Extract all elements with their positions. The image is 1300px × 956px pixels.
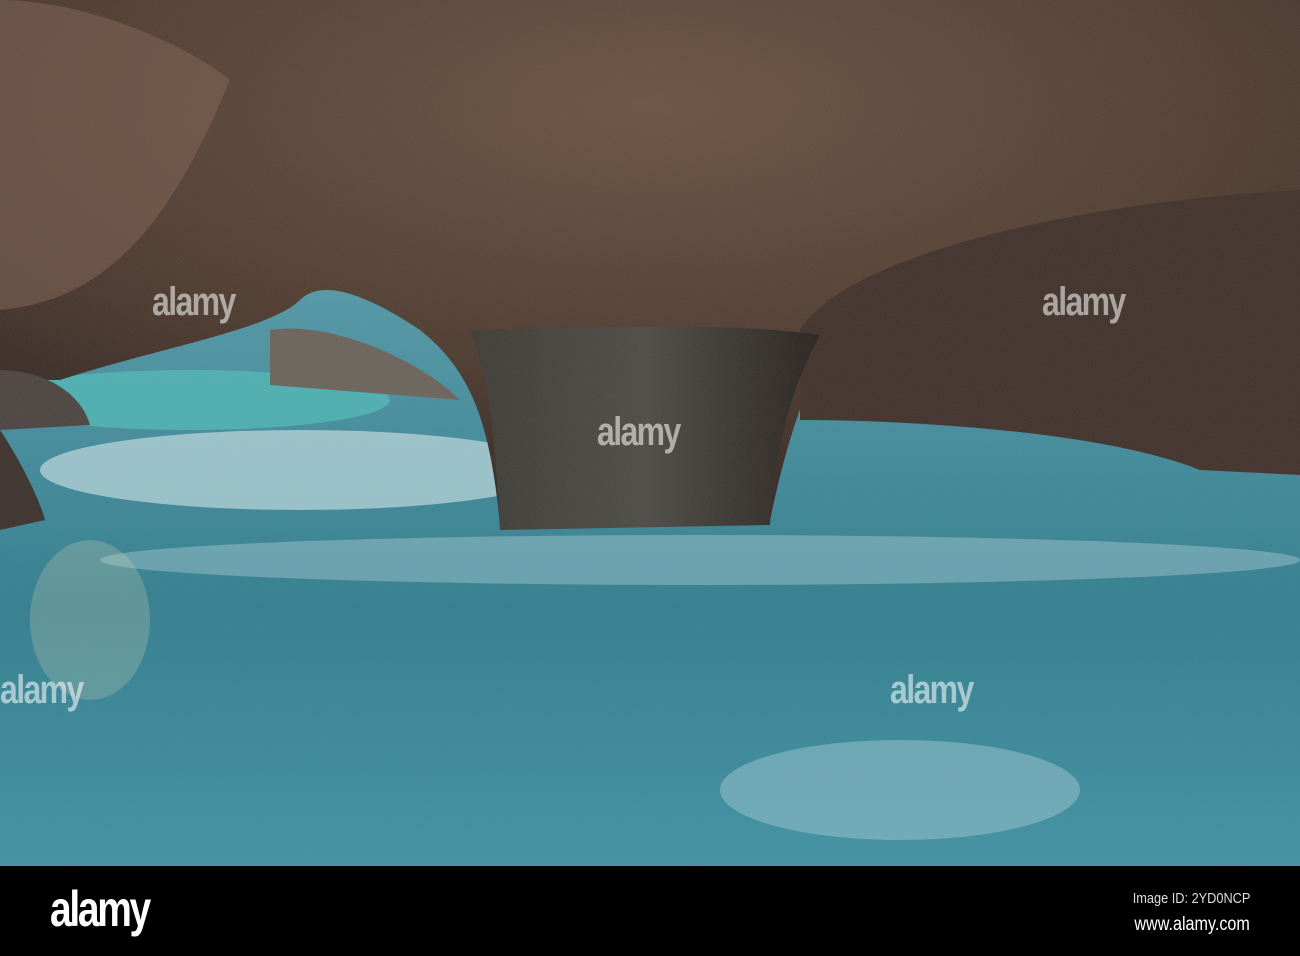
watermark-text: alamy <box>1042 280 1126 324</box>
watermark-text: alamy <box>597 410 681 454</box>
image-id: Image ID: 2YD0NCP <box>1132 890 1250 907</box>
footer-bar: alamy Image ID: 2YD0NCP www.alamy.com <box>0 866 1300 956</box>
alamy-logo: alamy <box>50 881 151 937</box>
watermark-text: alamy <box>0 668 84 712</box>
watermark-text: alamy <box>152 280 236 324</box>
watermark-text: alamy <box>890 668 974 712</box>
website-link[interactable]: www.alamy.com <box>1135 914 1250 936</box>
image-canvas: alamy alamy alamy alamy alamy alamy Imag… <box>0 0 1300 956</box>
